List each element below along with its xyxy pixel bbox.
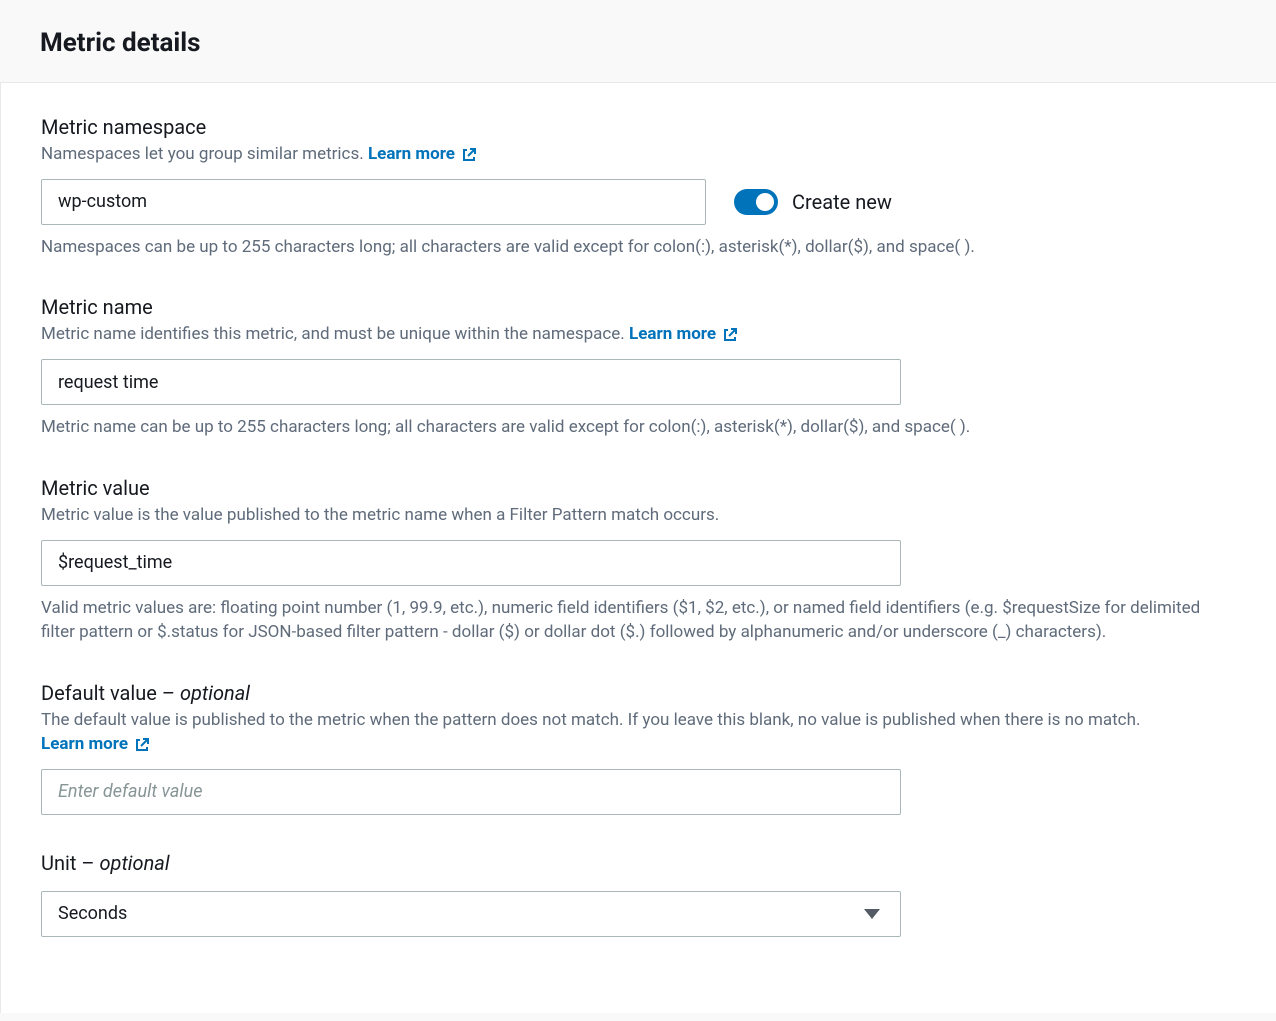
- metric-namespace-input-row: Create new: [41, 179, 1236, 225]
- unit-label-text: Unit: [41, 851, 76, 875]
- unit-select-value: Seconds: [58, 903, 127, 924]
- toggle-knob: [756, 193, 774, 211]
- external-link-icon: [134, 737, 150, 753]
- metric-namespace-label: Metric namespace: [41, 115, 1236, 139]
- optional-text: optional: [180, 681, 250, 705]
- external-link-icon: [722, 327, 738, 343]
- metric-name-group: Metric name Metric name identifies this …: [41, 295, 1236, 439]
- metric-name-desc-text: Metric name identifies this metric, and …: [41, 324, 629, 344]
- create-new-toggle-wrap: Create new: [734, 189, 892, 215]
- unit-select[interactable]: Seconds: [41, 891, 901, 937]
- unit-label: Unit – optional: [41, 851, 1236, 875]
- chevron-down-icon: [864, 909, 880, 919]
- metric-namespace-desc: Namespaces let you group similar metrics…: [41, 143, 1236, 167]
- default-value-learn-more-link[interactable]: Learn more: [41, 733, 150, 757]
- default-value-label-text: Default value: [41, 681, 157, 705]
- metric-name-hint: Metric name can be up to 255 characters …: [41, 415, 1236, 440]
- learn-more-text: Learn more: [41, 733, 128, 757]
- metric-value-group: Metric value Metric value is the value p…: [41, 476, 1236, 645]
- create-new-toggle-label: Create new: [792, 190, 892, 214]
- metric-name-learn-more-link[interactable]: Learn more: [629, 323, 738, 347]
- default-value-group: Default value – optional The default val…: [41, 681, 1236, 815]
- unit-group: Unit – optional Seconds: [41, 851, 1236, 937]
- label-dash: –: [162, 681, 180, 705]
- metric-value-label: Metric value: [41, 476, 1236, 500]
- label-dash: –: [81, 851, 99, 875]
- default-value-desc-text: The default value is published to the me…: [41, 710, 1140, 730]
- metric-value-desc: Metric value is the value published to t…: [41, 504, 1236, 528]
- metric-namespace-group: Metric namespace Namespaces let you grou…: [41, 115, 1236, 259]
- external-link-icon: [461, 147, 477, 163]
- content-panel: Metric namespace Namespaces let you grou…: [0, 83, 1276, 1013]
- metric-namespace-learn-more-link[interactable]: Learn more: [368, 143, 477, 167]
- learn-more-text: Learn more: [368, 143, 455, 167]
- metric-value-hint: Valid metric values are: floating point …: [41, 596, 1236, 645]
- page-title: Metric details: [40, 28, 1236, 58]
- default-value-desc: The default value is published to the me…: [41, 709, 1236, 757]
- create-new-toggle[interactable]: [734, 189, 778, 215]
- optional-text: optional: [99, 851, 169, 875]
- metric-namespace-desc-text: Namespaces let you group similar metrics…: [41, 144, 368, 164]
- metric-name-label: Metric name: [41, 295, 1236, 319]
- default-value-input[interactable]: [41, 769, 901, 815]
- metric-namespace-input[interactable]: [41, 179, 706, 225]
- metric-name-desc: Metric name identifies this metric, and …: [41, 323, 1236, 347]
- metric-name-input[interactable]: [41, 359, 901, 405]
- metric-namespace-hint: Namespaces can be up to 255 characters l…: [41, 235, 1236, 260]
- header-section: Metric details: [0, 0, 1276, 83]
- default-value-label: Default value – optional: [41, 681, 1236, 705]
- learn-more-text: Learn more: [629, 323, 716, 347]
- metric-value-input[interactable]: [41, 540, 901, 586]
